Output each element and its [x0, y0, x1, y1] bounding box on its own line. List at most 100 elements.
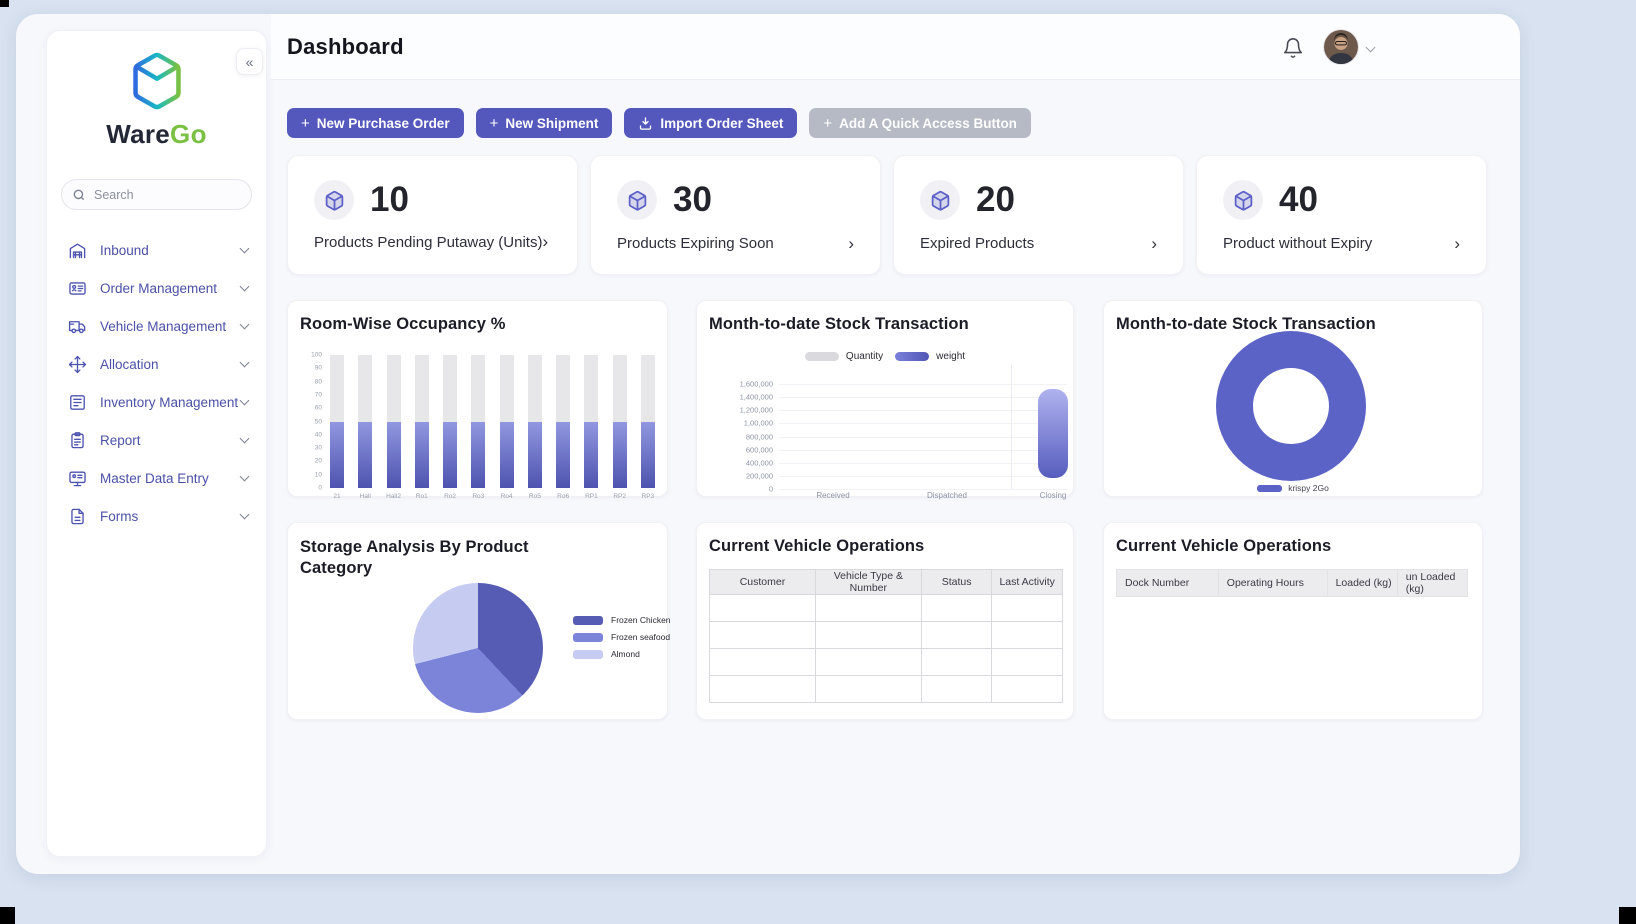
legend-item: Frozen Chicken — [573, 615, 671, 625]
chevron-right-icon[interactable]: › — [542, 232, 548, 251]
quick-action-label: Add A Quick Access Button — [839, 116, 1017, 131]
y-tick-label: 1,400,000 — [740, 393, 773, 402]
product-cube-icon — [314, 180, 354, 220]
bar-fill — [556, 422, 570, 489]
chevron-down-icon — [240, 358, 250, 368]
x-tick-label: Ro6 — [557, 493, 569, 500]
screen-artifact — [0, 907, 15, 924]
chevron-down-icon — [240, 244, 250, 254]
legend-label: Almond — [611, 649, 640, 659]
sidebar-item-label: Inbound — [100, 243, 241, 258]
y-tick-label: 80 — [315, 378, 322, 385]
quick-actions-row: +New Purchase Order +New Shipment Import O… — [287, 108, 1031, 138]
room-occupancy-card: Room-Wise Occupancy % 100908070605040302… — [287, 300, 668, 497]
stock-transaction-bar-card: Month-to-date Stock Transaction Quantity… — [696, 300, 1074, 497]
x-tick-label: Closing — [1040, 491, 1067, 500]
table-header-cell: Status — [921, 570, 992, 595]
bar-fill — [528, 422, 542, 489]
table-cell — [921, 622, 992, 649]
search-input[interactable] — [94, 188, 244, 202]
quick-action-add-a-quick-access-button[interactable]: + Add A Quick Access Button — [809, 108, 1031, 138]
stat-card-top: 30 — [617, 180, 712, 220]
sidebar-item-forms[interactable]: Forms — [47, 497, 266, 535]
donut-chart — [1216, 331, 1366, 481]
x-tick-label: RP3 — [642, 493, 655, 500]
main-area: Dashboard +New Purchase Order+New Shipme… — [271, 14, 1520, 874]
table-cell — [992, 622, 1063, 649]
stat-card[interactable]: 30 Products Expiring Soon › — [590, 155, 881, 275]
storage-analysis-card: Storage Analysis By Product Category Fro… — [287, 522, 668, 720]
stat-label: Expired Products — [920, 235, 1034, 252]
stat-label: Products Expiring Soon — [617, 235, 774, 252]
bar-fill — [613, 422, 627, 489]
stat-label: Products Pending Putaway (Units)› — [314, 232, 548, 252]
bar-track: RP1 — [584, 355, 598, 488]
search-box[interactable] — [61, 179, 252, 210]
move-arrows-icon — [67, 354, 87, 374]
stat-card[interactable]: 20Expired Products› — [893, 155, 1184, 275]
table-header-row: CustomerVehicle Type & NumberStatusLast … — [710, 570, 1063, 595]
chevron-down-icon — [240, 396, 250, 406]
sidebar-item-label: Allocation — [100, 357, 241, 372]
table-header-row: Dock NumberOperating HoursLoaded (kg)un … — [1117, 570, 1468, 597]
vehicle-operations-card: Current Vehicle Operations CustomerVehic… — [696, 522, 1074, 720]
quick-action-new-shipment[interactable]: +New Shipment — [476, 108, 613, 138]
table-cell — [921, 595, 992, 622]
stock-chart-gridlines — [779, 384, 1067, 489]
bar-track: Ro5 — [528, 355, 542, 488]
sidebar-item-allocation[interactable]: Allocation — [47, 345, 266, 383]
report-icon — [67, 430, 87, 450]
y-tick-label: 1,200,000 — [740, 406, 773, 415]
quick-action-label: Import Order Sheet — [660, 116, 783, 131]
table-header-cell: Operating Hours — [1218, 570, 1327, 597]
y-tick-label: 90 — [315, 365, 322, 372]
notifications-bell-icon[interactable] — [1282, 37, 1304, 59]
bar-track: Ro3 — [471, 355, 485, 488]
vehicle-operations-table: CustomerVehicle Type & NumberStatusLast … — [709, 569, 1063, 703]
table-cell — [710, 649, 816, 676]
legend-swatch — [1257, 485, 1282, 492]
stat-card[interactable]: 40Product without Expiry› — [1196, 155, 1487, 275]
bar-fill — [415, 422, 429, 489]
bar-fill — [443, 422, 457, 489]
legend-label: Frozen seafood — [611, 632, 670, 642]
table-cell — [710, 595, 816, 622]
user-avatar[interactable] — [1324, 30, 1358, 64]
plus-icon: + — [823, 116, 832, 131]
legend-label: weight — [936, 351, 965, 362]
sidebar-item-inbound[interactable]: Inbound — [47, 231, 266, 269]
chart-title: Room-Wise Occupancy % — [300, 315, 506, 334]
stock-chart-legend: Quantityweight — [697, 351, 1073, 362]
sidebar-item-vehicle-management[interactable]: Vehicle Management — [47, 307, 266, 345]
sidebar-item-report[interactable]: Report — [47, 421, 266, 459]
y-tick-label: 70 — [315, 391, 322, 398]
dock-operations-card: Current Vehicle Operations Dock NumberOp… — [1103, 522, 1483, 720]
stat-card[interactable]: 10 Products Pending Putaway (Units)› — [287, 155, 578, 275]
table-cell — [921, 676, 992, 703]
warehouse-icon — [67, 240, 87, 260]
table-title: Current Vehicle Operations — [709, 537, 924, 556]
stat-value: 10 — [370, 180, 409, 220]
chevron-right-icon[interactable]: › — [1454, 234, 1460, 254]
avatar-dropdown-chevron-icon[interactable] — [1366, 43, 1376, 53]
table-row — [710, 676, 1063, 703]
legend-label: Frozen Chicken — [611, 615, 671, 625]
x-tick-label: RP1 — [585, 493, 598, 500]
quick-action-new-purchase-order[interactable]: +New Purchase Order — [287, 108, 464, 138]
sidebar-collapse-button[interactable]: « — [236, 48, 263, 75]
y-tick-label: 40 — [315, 431, 322, 438]
y-tick-label: 20 — [315, 458, 322, 465]
product-cube-icon — [617, 180, 657, 220]
bar-fill — [330, 422, 344, 489]
chevron-right-icon[interactable]: › — [1151, 234, 1157, 254]
sidebar-item-inventory-management[interactable]: Inventory Management — [47, 383, 266, 421]
legend-swatch — [573, 616, 603, 625]
bar-track: Hall2 — [387, 355, 401, 488]
sidebar-item-master-data-entry[interactable]: Master Data Entry — [47, 459, 266, 497]
quick-action-import-order-sheet[interactable]: Import Order Sheet — [624, 108, 797, 138]
sidebar-item-order-management[interactable]: Order Management — [47, 269, 266, 307]
table-title: Current Vehicle Operations — [1116, 537, 1331, 556]
chevron-right-icon[interactable]: › — [848, 234, 854, 254]
bar-fill — [584, 422, 598, 489]
bar-fill — [471, 422, 485, 489]
